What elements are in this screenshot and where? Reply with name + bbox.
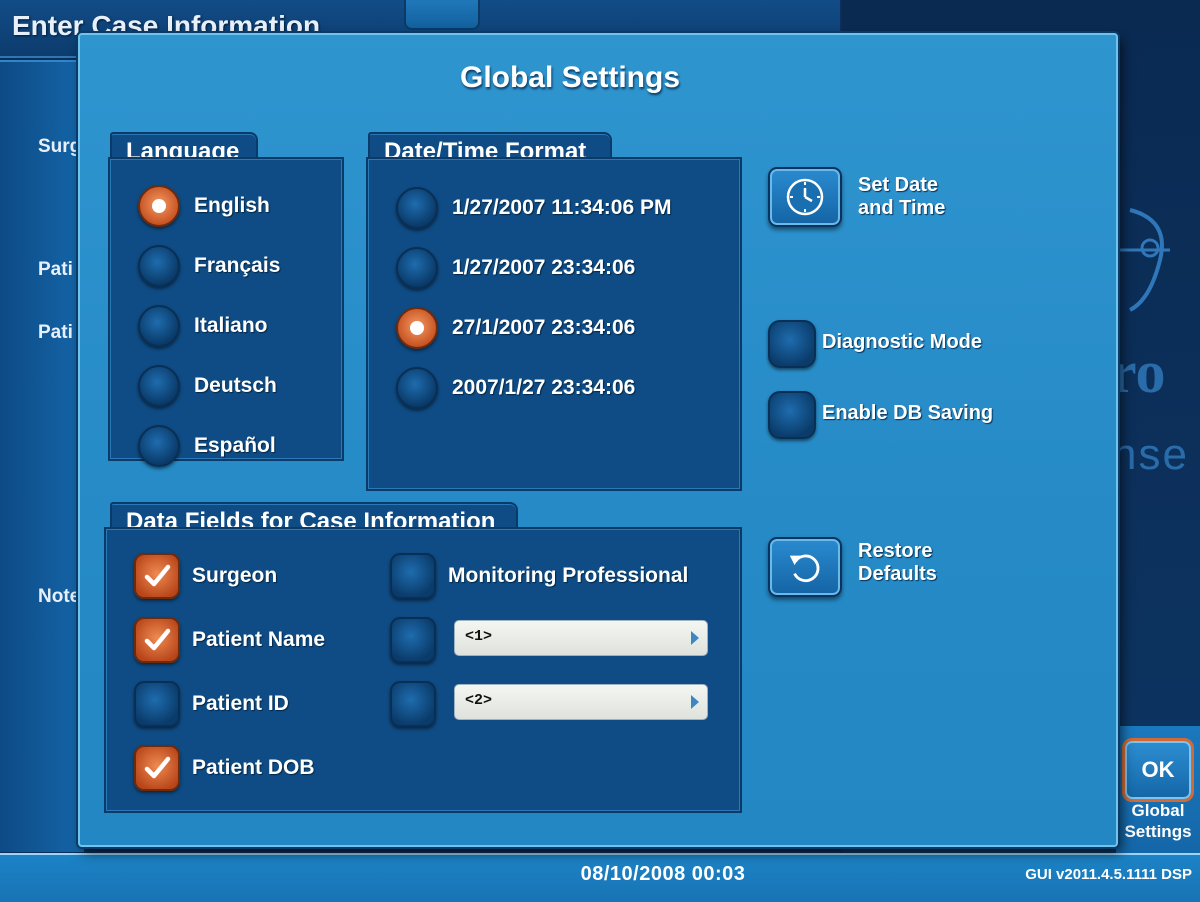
datetime-option-3[interactable]: 27/1/2007 23:34:06 <box>396 307 635 349</box>
surgeon-checkbox[interactable] <box>134 553 180 599</box>
language-option-deutsch[interactable]: Deutsch <box>138 365 277 407</box>
restore-defaults-line2: Defaults <box>858 563 937 585</box>
enable-db-saving-label: Enable DB Saving <box>822 402 994 424</box>
language-label-italiano: Italiano <box>194 314 268 337</box>
datetime-option-2[interactable]: 1/27/2007 23:34:06 <box>396 247 635 289</box>
ok-caption-line2: Settings <box>1124 822 1192 841</box>
background-logo-subtext: nse <box>1112 430 1189 479</box>
datetime-option-4[interactable]: 2007/1/27 23:34:06 <box>396 367 635 409</box>
field-patient-id[interactable]: Patient ID <box>134 681 289 727</box>
data-fields-group: Surgeon Patient Name Patient ID Patient … <box>104 527 742 813</box>
language-label-deutsch: Deutsch <box>194 374 277 397</box>
custom-field-2-value: <2> <box>465 692 493 709</box>
language-label-francais: Français <box>194 254 281 277</box>
background-label-patient-2: Pati <box>38 322 73 343</box>
diagnostic-mode-label: Diagnostic Mode <box>822 331 983 353</box>
right-arrow-icon <box>691 695 699 709</box>
enable-db-saving-checkbox[interactable] <box>768 391 816 439</box>
checkmark-icon <box>144 628 171 651</box>
language-group: English Français Italiano Deutsch Españo… <box>108 157 344 467</box>
field-monitoring-professional[interactable]: Monitoring Professional <box>390 553 688 599</box>
checkmark-icon <box>144 564 171 587</box>
restore-icon <box>789 554 820 583</box>
patient-name-checkbox[interactable] <box>134 617 180 663</box>
custom-field-2-input[interactable]: <2> <box>454 684 708 720</box>
patient-id-label: Patient ID <box>192 692 289 715</box>
background-label-notes: Note <box>38 586 81 607</box>
ok-caption: Global Settings <box>1116 800 1200 842</box>
background-logo-text: ro <box>1110 339 1166 405</box>
field-custom-2[interactable] <box>390 681 448 727</box>
surgeon-label: Surgeon <box>192 564 278 587</box>
restore-defaults-line1: Restore <box>858 540 933 562</box>
custom-field-1-input[interactable]: <1> <box>454 620 708 656</box>
checkmark-icon <box>144 756 171 779</box>
datetime-label-1: 1/27/2007 11:34:06 PM <box>452 196 672 219</box>
dialog-title: Global Settings <box>459 61 681 94</box>
background-label-patient-1: Pati <box>38 259 73 280</box>
language-label-espanol: Español <box>194 434 276 457</box>
ok-button[interactable]: OK <box>1122 738 1194 802</box>
patient-dob-label: Patient DOB <box>192 756 315 779</box>
status-footer: 08/10/2008 00:03 GUI v2011.4.5.1111 DSP <box>0 853 1200 902</box>
patient-dob-checkbox[interactable] <box>134 745 180 791</box>
diagnostic-mode-checkbox[interactable] <box>768 320 816 368</box>
language-option-espanol[interactable]: Español <box>138 425 276 467</box>
custom-1-checkbox[interactable] <box>390 617 436 663</box>
back-button[interactable] <box>404 0 480 30</box>
set-date-time-label: Set Date and Time <box>858 174 945 220</box>
radio-espanol[interactable] <box>138 425 180 467</box>
set-date-time-line1: Set Date <box>858 174 939 196</box>
set-date-time-button[interactable] <box>768 167 842 227</box>
language-option-francais[interactable]: Français <box>138 245 280 287</box>
radio-datetime-3[interactable] <box>396 307 438 349</box>
radio-english[interactable] <box>138 185 180 227</box>
datetime-format-group: 1/27/2007 11:34:06 PM 1/27/2007 23:34:06… <box>366 157 742 491</box>
clock-icon <box>786 178 824 216</box>
patient-name-label: Patient Name <box>192 628 326 651</box>
global-settings-dialog: Global Settings Language English Françai… <box>78 33 1118 847</box>
radio-datetime-1[interactable] <box>396 187 438 229</box>
patient-id-checkbox[interactable] <box>134 681 180 727</box>
field-patient-dob[interactable]: Patient DOB <box>134 745 315 791</box>
radio-italiano[interactable] <box>138 305 180 347</box>
radio-datetime-2[interactable] <box>396 247 438 289</box>
language-label-english: English <box>194 194 270 217</box>
right-arrow-icon <box>691 631 699 645</box>
background-label-surgeon: Surg <box>38 136 82 157</box>
custom-field-1-value: <1> <box>465 628 493 645</box>
restore-defaults-button[interactable] <box>768 537 842 597</box>
ok-caption-line1: Global <box>1131 801 1185 820</box>
datetime-label-4: 2007/1/27 23:34:06 <box>452 376 636 399</box>
footer-datetime: 08/10/2008 00:03 <box>580 863 746 885</box>
monitoring-professional-checkbox[interactable] <box>390 553 436 599</box>
radio-deutsch[interactable] <box>138 365 180 407</box>
datetime-option-1[interactable]: 1/27/2007 11:34:06 PM <box>396 187 672 229</box>
field-surgeon[interactable]: Surgeon <box>134 553 277 599</box>
field-custom-1[interactable] <box>390 617 448 663</box>
datetime-label-3: 27/1/2007 23:34:06 <box>452 316 636 339</box>
custom-2-checkbox[interactable] <box>390 681 436 727</box>
set-date-time-line2: and Time <box>858 197 946 219</box>
radio-francais[interactable] <box>138 245 180 287</box>
language-option-english[interactable]: English <box>138 185 270 227</box>
language-option-italiano[interactable]: Italiano <box>138 305 268 347</box>
radio-datetime-4[interactable] <box>396 367 438 409</box>
background-left-panel: Surg Pati Pati Note <box>0 60 84 852</box>
footer-version: GUI v2011.4.5.1111 DSP <box>1025 866 1192 883</box>
logo-arc-icon <box>1120 208 1170 312</box>
datetime-label-2: 1/27/2007 23:34:06 <box>452 256 636 279</box>
field-patient-name[interactable]: Patient Name <box>134 617 325 663</box>
monitoring-professional-label: Monitoring Professional <box>448 564 689 587</box>
restore-defaults-label: Restore Defaults <box>858 540 937 586</box>
